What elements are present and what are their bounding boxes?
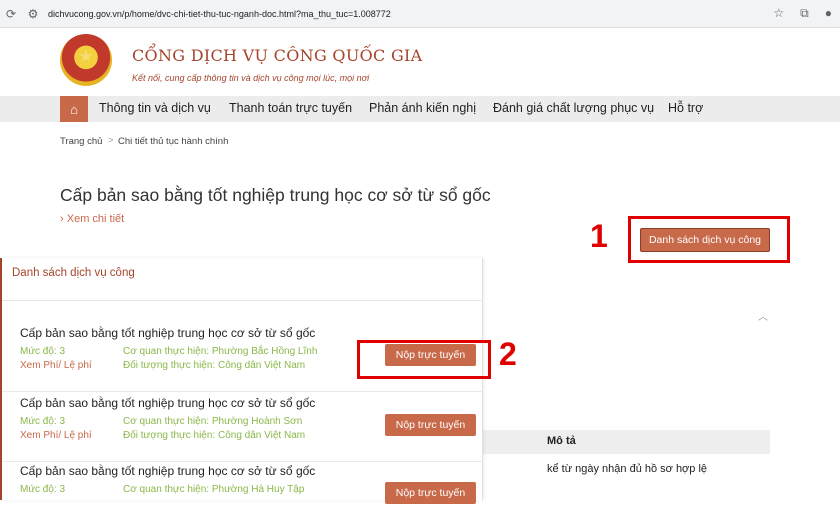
service-fee-link[interactable]: Xem Phí/ Lệ phí bbox=[20, 430, 92, 441]
site-header: ★ CỔNG DỊCH VỤ CÔNG QUỐC GIA Kết nối, cu… bbox=[0, 28, 840, 96]
reload-icon[interactable]: ⟳ bbox=[0, 7, 22, 21]
panel-divider bbox=[2, 300, 483, 301]
description-column-header: Mô tả bbox=[547, 435, 576, 447]
highlight-box-service-list bbox=[628, 216, 790, 263]
extensions-icon[interactable]: ⧉ bbox=[800, 6, 809, 21]
menu-item-service-rating[interactable]: Đánh giá chất lượng phục vụ bbox=[493, 101, 654, 115]
browser-address-bar: ⟳ ⚙ dichvucong.gov.vn/p/home/dvc-chi-tie… bbox=[0, 0, 840, 28]
service-level: Mức độ: 3 bbox=[20, 484, 66, 495]
site-subtitle: Kết nối, cung cấp thông tin và dịch vụ c… bbox=[132, 73, 370, 83]
service-level: Mức độ: 3 bbox=[20, 346, 66, 357]
service-title[interactable]: Cấp bản sao bằng tốt nghiệp trung học cơ… bbox=[20, 464, 315, 478]
menu-item-online-payment[interactable]: Thanh toán trực tuyến bbox=[229, 101, 352, 115]
home-icon[interactable]: ⌂ bbox=[60, 96, 88, 122]
menu-item-feedback[interactable]: Phản ánh kiến nghị bbox=[369, 101, 476, 115]
view-detail-link[interactable]: › Xem chi tiết bbox=[60, 213, 124, 225]
menu-item-info-services[interactable]: Thông tin và dịch vụ bbox=[99, 101, 211, 115]
star-icon[interactable]: ☆ bbox=[773, 6, 784, 21]
service-list-panel: Danh sách dịch vụ công Cấp bản sao bằng … bbox=[0, 258, 483, 504]
highlight-box-submit-online bbox=[357, 340, 491, 379]
step-number-1: 1 bbox=[590, 218, 608, 254]
service-agency: Cơ quan thực hiện: Phường Bắc Hồng Lĩnh bbox=[123, 346, 318, 357]
service-fee-link[interactable]: Xem Phí/ Lệ phí bbox=[20, 360, 92, 371]
service-title[interactable]: Cấp bản sao bằng tốt nghiệp trung học cơ… bbox=[20, 396, 315, 410]
breadcrumb-home[interactable]: Trang chủ bbox=[60, 136, 102, 147]
page-title: Cấp bản sao bằng tốt nghiệp trung học cơ… bbox=[60, 185, 491, 205]
service-agency: Cơ quan thực hiện: Phường Hà Huy Tập bbox=[123, 484, 305, 495]
emblem-star-icon: ★ bbox=[77, 46, 95, 66]
breadcrumb-separator: > bbox=[108, 135, 114, 146]
view-detail-label: Xem chi tiết bbox=[66, 213, 125, 225]
service-target: Đối tượng thực hiện: Công dân Việt Nam bbox=[123, 430, 306, 441]
service-target: Đối tượng thực hiện: Công dân Việt Nam bbox=[123, 360, 306, 371]
submit-online-button[interactable]: Nộp trực tuyến bbox=[385, 482, 476, 504]
service-row: Cấp bản sao bằng tốt nghiệp trung học cơ… bbox=[2, 464, 483, 530]
panel-title: Danh sách dịch vụ công bbox=[12, 267, 135, 279]
profile-icon[interactable]: ● bbox=[825, 6, 832, 21]
url-text[interactable]: dichvucong.gov.vn/p/home/dvc-chi-tiet-th… bbox=[48, 9, 391, 19]
submit-online-button[interactable]: Nộp trực tuyến bbox=[385, 414, 476, 436]
background-table-header bbox=[483, 430, 770, 454]
chevron-up-icon[interactable]: ︿ bbox=[758, 308, 768, 323]
step-number-2: 2 bbox=[499, 336, 517, 372]
background-text-line: kể từ ngày nhận đủ hồ sơ hợp lệ bbox=[547, 463, 708, 475]
service-level: Mức độ: 3 bbox=[20, 416, 66, 427]
site-title[interactable]: CỔNG DỊCH VỤ CÔNG QUỐC GIA bbox=[132, 46, 423, 65]
main-menu: ⌂ Thông tin và dịch vụ Thanh toán trực t… bbox=[0, 96, 840, 122]
breadcrumb-current: Chi tiết thủ tục hành chính bbox=[118, 136, 229, 147]
service-agency: Cơ quan thực hiện: Phường Hoành Sơn bbox=[123, 416, 303, 427]
national-emblem-logo[interactable]: ★ bbox=[60, 34, 112, 86]
site-info-icon[interactable]: ⚙ bbox=[22, 7, 44, 21]
service-row: Cấp bản sao bằng tốt nghiệp trung học cơ… bbox=[2, 396, 483, 462]
row-divider bbox=[2, 391, 483, 392]
row-divider bbox=[2, 461, 483, 462]
menu-item-support[interactable]: Hỗ trợ bbox=[668, 101, 703, 115]
service-title[interactable]: Cấp bản sao bằng tốt nghiệp trung học cơ… bbox=[20, 326, 315, 340]
